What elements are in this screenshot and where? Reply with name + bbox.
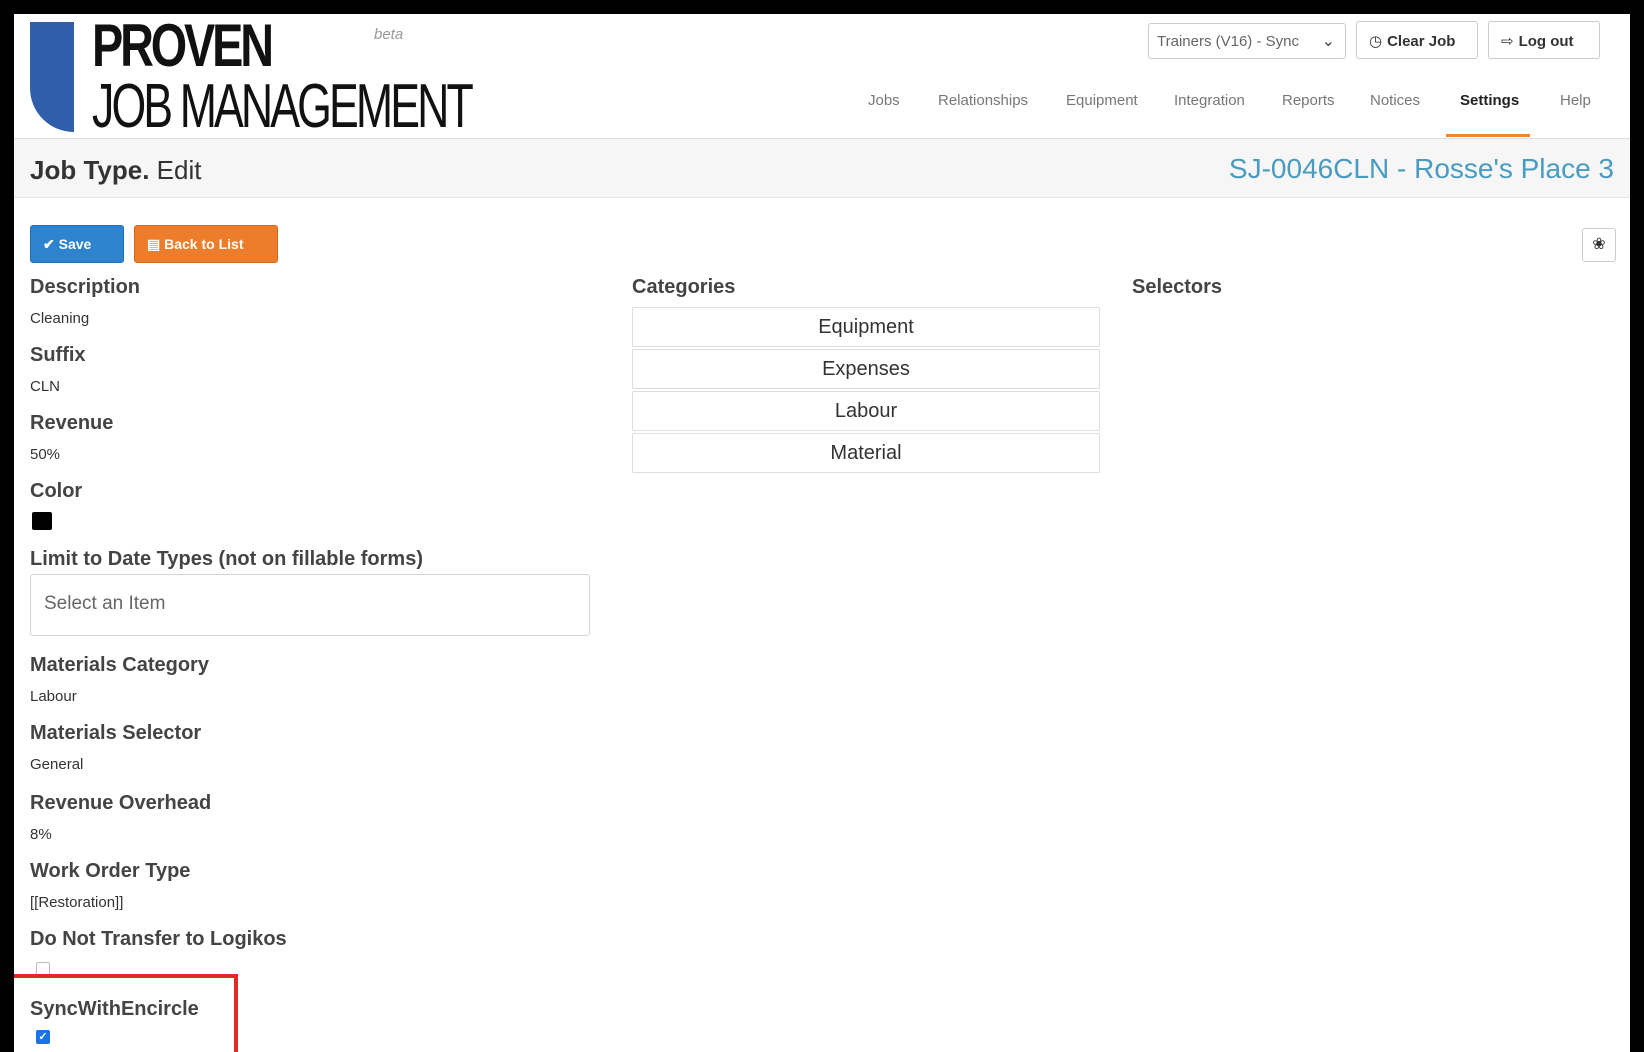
leaf-icon-button[interactable]: ❀ <box>1582 228 1616 262</box>
categories-list: Equipment Expenses Labour Material <box>632 307 1100 475</box>
page-title-main: Job Type. <box>30 155 150 185</box>
check-icon: ✔ <box>43 236 55 252</box>
current-job-link[interactable]: SJ-0046CLN - Rosse's Place 3 <box>1229 153 1614 185</box>
chevron-down-icon: ⌄ <box>1321 33 1335 50</box>
suffix-label: Suffix <box>30 344 86 366</box>
clear-job-label: Clear Job <box>1387 33 1456 50</box>
clear-job-button[interactable]: ◷ Clear Job <box>1356 21 1478 59</box>
list-icon: ▤ <box>147 236 161 252</box>
nav-item-help[interactable]: Help <box>1560 92 1591 109</box>
list-item[interactable]: Labour <box>632 391 1100 431</box>
work-order-type-label: Work Order Type <box>30 860 191 882</box>
suffix-value: CLN <box>30 378 61 395</box>
sync-label: SyncWithEncircle <box>30 998 199 1020</box>
logo-text-bottom: JOB MANAGEMENT <box>92 72 474 141</box>
header: PROVEN JOB MANAGEMENT beta Trainers (V16… <box>14 14 1630 139</box>
work-order-type-value: [[Restoration]] <box>30 894 124 911</box>
revenue-label: Revenue <box>30 412 114 434</box>
no-transfer-label: Do Not Transfer to Logikos <box>30 928 287 950</box>
back-to-list-button[interactable]: ▤ Back to List <box>134 225 278 263</box>
logout-label: Log out <box>1518 33 1574 50</box>
categories-label: Categories <box>632 276 736 298</box>
nav-item-notices[interactable]: Notices <box>1370 92 1420 109</box>
sync-checkbox[interactable]: ✓ <box>36 1030 50 1044</box>
save-button[interactable]: ✔ Save <box>30 225 124 263</box>
back-label: Back to List <box>164 236 244 252</box>
limit-date-types-label: Limit to Date Types (not on fillable for… <box>30 548 423 570</box>
nav-active-indicator <box>1446 134 1530 137</box>
materials-selector-label: Materials Selector <box>30 722 202 744</box>
page-title-sub: Edit <box>156 155 202 185</box>
clock-icon: ◷ <box>1369 33 1383 50</box>
list-item[interactable]: Equipment <box>632 307 1100 347</box>
nav-item-settings[interactable]: Settings <box>1460 92 1519 109</box>
nav-item-equipment[interactable]: Equipment <box>1066 92 1138 109</box>
logo-mark <box>30 22 74 132</box>
beta-label: beta <box>374 26 404 43</box>
color-swatch[interactable] <box>32 512 52 530</box>
date-types-select[interactable]: Select an Item <box>30 574 590 636</box>
title-bar: Job Type. Edit SJ-0046CLN - Rosse's Plac… <box>14 139 1630 198</box>
job-select[interactable]: Trainers (V16) - Sync ⌄ <box>1148 23 1346 59</box>
date-types-placeholder: Select an Item <box>44 593 166 614</box>
list-item[interactable]: Expenses <box>632 349 1100 389</box>
app-window: PROVEN JOB MANAGEMENT beta Trainers (V16… <box>14 14 1630 1052</box>
save-label: Save <box>58 236 92 252</box>
nav-item-relationships[interactable]: Relationships <box>938 92 1028 109</box>
nav-item-reports[interactable]: Reports <box>1282 92 1335 109</box>
nav-item-jobs[interactable]: Jobs <box>868 92 900 109</box>
list-item[interactable]: Material <box>632 433 1100 473</box>
materials-selector-value: General <box>30 756 84 773</box>
revenue-overhead-label: Revenue Overhead <box>30 792 212 814</box>
logo-text-top: PROVEN <box>92 14 274 79</box>
color-label: Color <box>30 480 83 502</box>
logout-icon: ⇨ <box>1501 33 1514 50</box>
leaf-icon: ❀ <box>1592 236 1606 253</box>
materials-category-label: Materials Category <box>30 654 209 676</box>
selectors-label: Selectors <box>1132 276 1223 298</box>
revenue-value: 50% <box>30 446 61 463</box>
description-label: Description <box>30 276 141 298</box>
logout-button[interactable]: ⇨ Log out <box>1488 21 1600 59</box>
nav-item-integration[interactable]: Integration <box>1174 92 1245 109</box>
revenue-overhead-value: 8% <box>30 826 52 843</box>
page-title: Job Type. Edit <box>30 155 201 186</box>
materials-category-value: Labour <box>30 688 77 705</box>
job-select-value: Trainers (V16) - Sync <box>1157 33 1299 50</box>
description-value: Cleaning <box>30 310 90 327</box>
